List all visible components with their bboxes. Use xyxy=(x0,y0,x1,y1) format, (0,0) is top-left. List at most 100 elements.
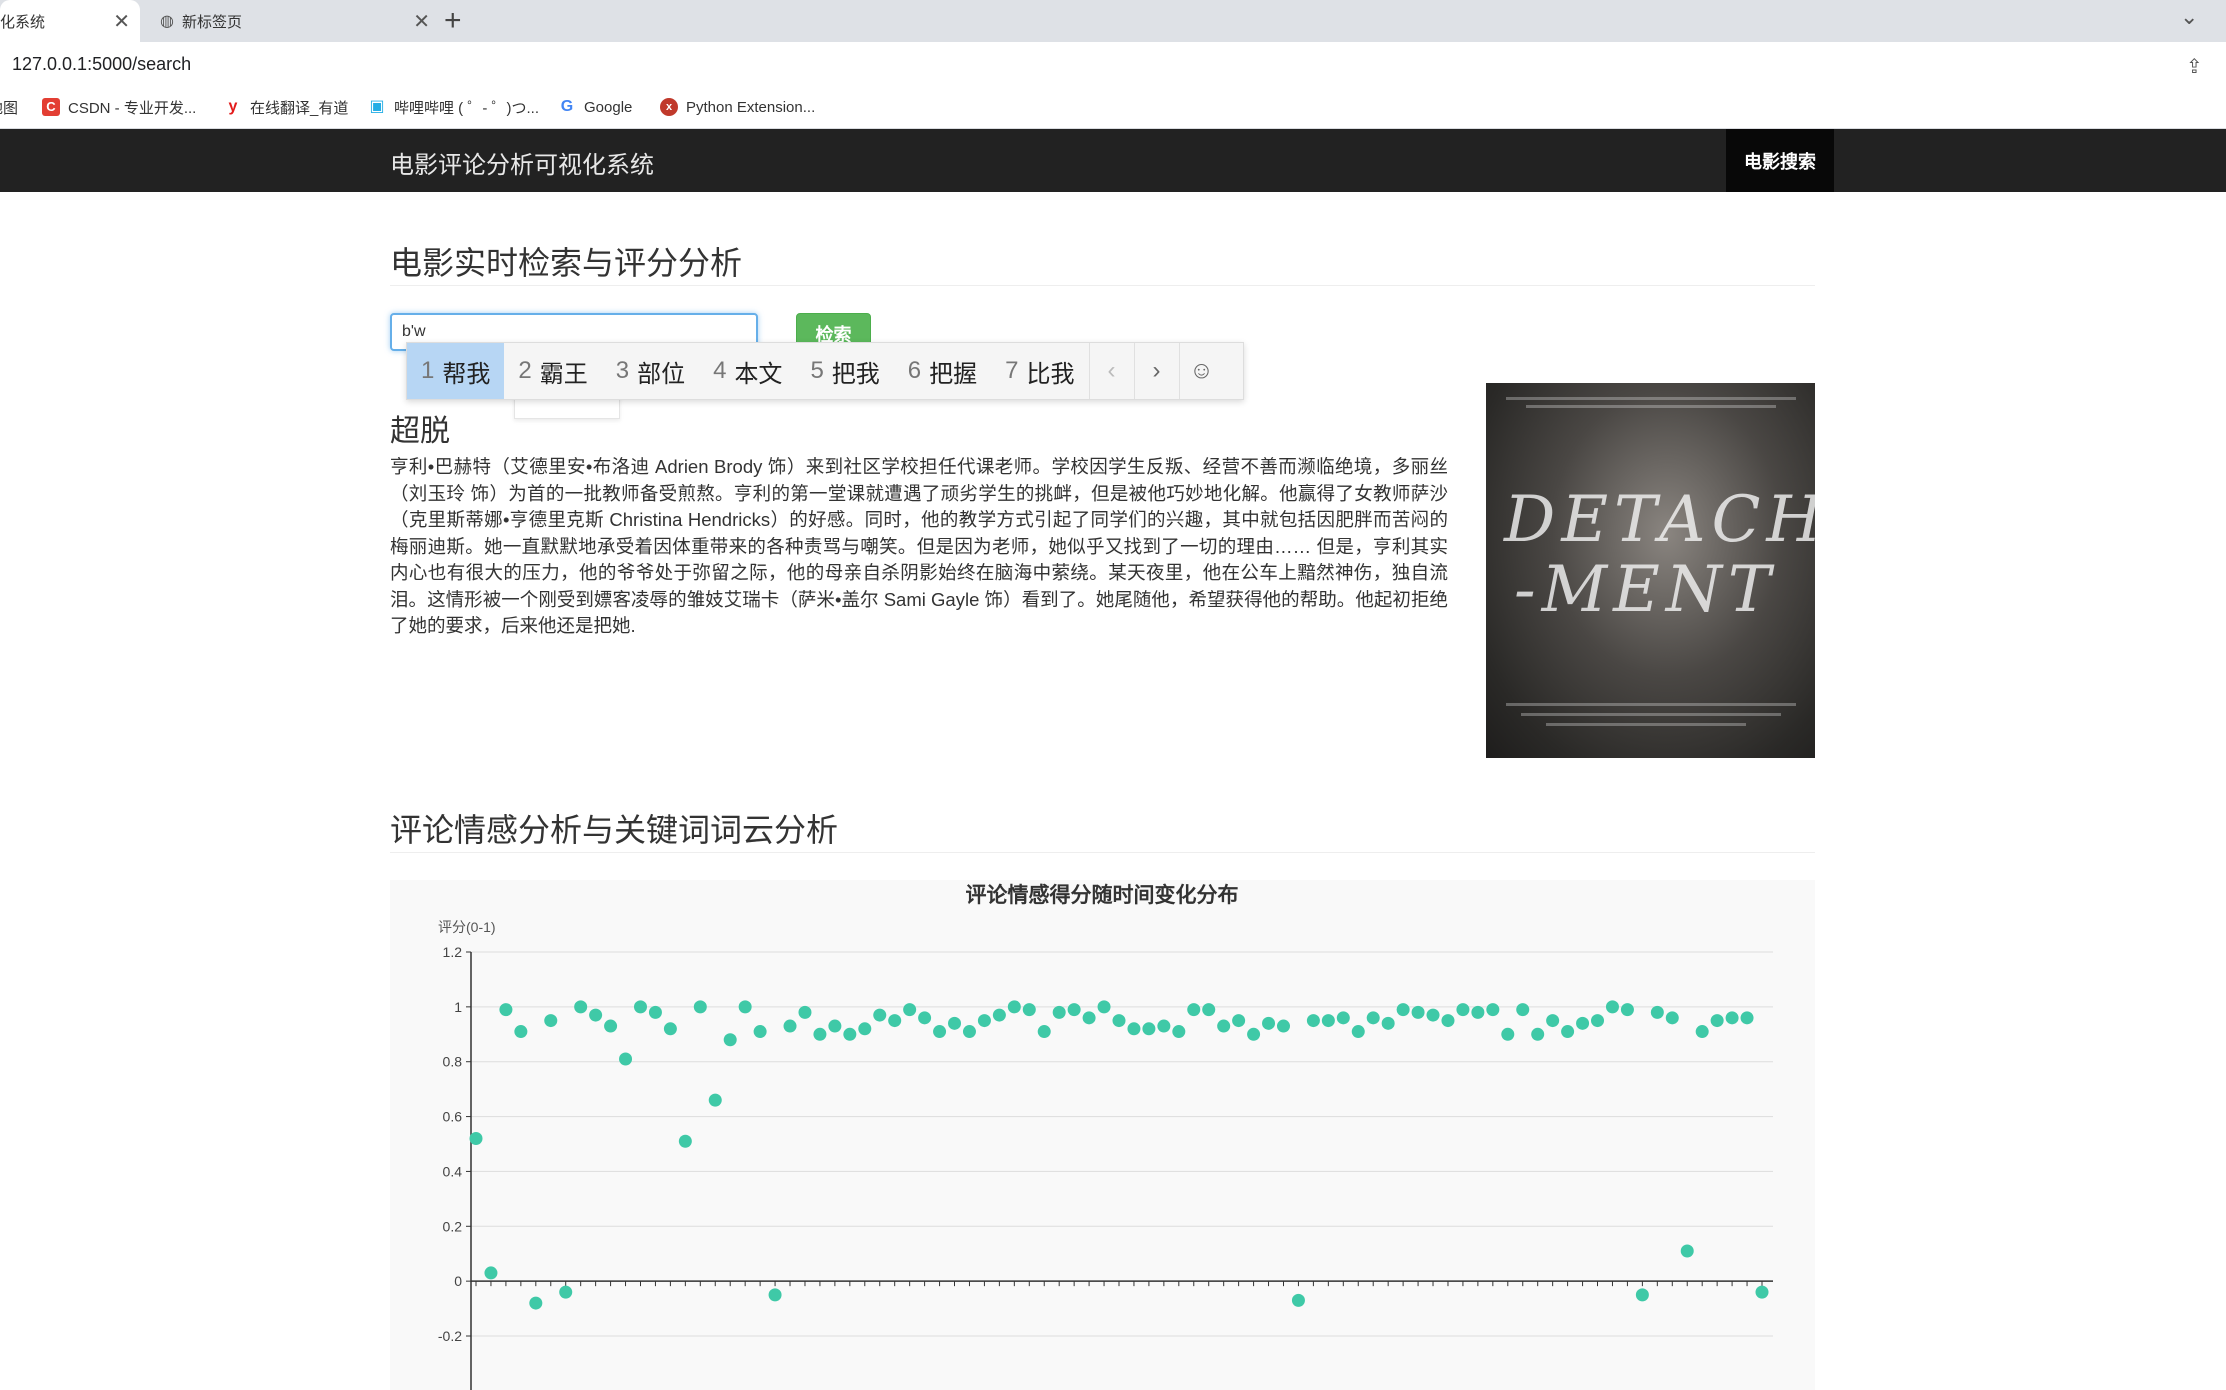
data-point xyxy=(619,1052,633,1066)
data-point xyxy=(1247,1027,1261,1041)
bookmark-label: Google xyxy=(584,98,633,116)
data-point xyxy=(1561,1025,1575,1039)
candidate-number: 5 xyxy=(810,357,824,384)
y-tick-label: 0 xyxy=(454,1273,462,1289)
y-tick-label: 1.2 xyxy=(443,944,463,960)
data-point xyxy=(1321,1014,1335,1028)
data-point xyxy=(484,1266,498,1280)
data-point xyxy=(1217,1019,1231,1033)
y-tick-label: 0.8 xyxy=(443,1054,463,1070)
new-tab-plus-icon[interactable]: + xyxy=(444,4,462,38)
poster-credits xyxy=(1526,405,1776,408)
bookmark-label: Python Extension... xyxy=(686,98,816,116)
close-icon[interactable]: ✕ xyxy=(413,9,430,34)
nav-link-movie-search[interactable]: 电影搜索 xyxy=(1726,129,1834,192)
data-point xyxy=(1710,1014,1724,1028)
ime-candidate[interactable]: 6 把握 xyxy=(894,343,991,399)
data-point xyxy=(1187,1003,1201,1017)
data-point xyxy=(1022,1003,1036,1017)
data-point xyxy=(828,1019,842,1033)
browser-tab-newtab[interactable]: ◍ 新标签页 ✕ xyxy=(150,0,440,42)
ime-candidate[interactable]: 1 帮我 xyxy=(407,343,505,399)
data-point xyxy=(1501,1027,1515,1041)
candidate-text: 帮我 xyxy=(442,360,491,388)
movie-description: 亨利•巴赫特（艾德里安•布洛迪 Adrien Brody 饰）来到社区学校担任代… xyxy=(390,456,1448,636)
divider xyxy=(390,852,1815,853)
url-field[interactable]: 127.0.0.1:5000/search xyxy=(12,54,191,75)
ime-candidate[interactable]: 3 部位 xyxy=(602,343,699,399)
candidate-text: 把握 xyxy=(929,360,978,388)
data-point xyxy=(1680,1244,1694,1258)
chevron-right-icon[interactable]: › xyxy=(1133,343,1179,399)
data-point xyxy=(1665,1011,1679,1025)
ime-candidate[interactable]: 2 霸王 xyxy=(504,343,601,399)
y-tick-label: 1 xyxy=(454,999,462,1015)
y-tick-label: 0.2 xyxy=(443,1218,463,1234)
close-icon[interactable]: ✕ xyxy=(113,9,130,34)
bookmark-item[interactable]: ▣ 哔哩哔哩 ( ゜- ゜)つ... xyxy=(368,94,539,120)
data-point xyxy=(1037,1025,1051,1039)
y-tick-label: -0.2 xyxy=(438,1328,462,1344)
bookmark-label: CSDN - 专业开发... xyxy=(68,99,197,117)
data-point xyxy=(1725,1011,1739,1025)
data-point xyxy=(1740,1011,1754,1025)
data-point xyxy=(1381,1016,1395,1030)
y-axis-label: 评分(0-1) xyxy=(438,919,496,935)
poster-credits xyxy=(1506,703,1796,706)
data-point xyxy=(1306,1014,1320,1028)
chevron-down-icon[interactable]: ⌄ xyxy=(2180,4,2198,30)
bookmark-item[interactable]: y 在线翻译_有道 xyxy=(224,94,349,120)
share-icon[interactable]: ⇪ xyxy=(2186,54,2203,79)
emoji-icon[interactable]: ☺ xyxy=(1178,343,1224,399)
ime-candidate[interactable]: 4 本文 xyxy=(699,343,796,399)
data-point xyxy=(1441,1014,1455,1028)
data-point xyxy=(1650,1005,1664,1019)
data-point xyxy=(604,1019,618,1033)
candidate-number: 4 xyxy=(713,357,727,384)
data-point xyxy=(469,1132,483,1146)
data-point xyxy=(768,1288,782,1302)
poster-credits xyxy=(1506,397,1796,400)
bookmark-label: 哔哩哔哩 ( ゜- ゜)つ... xyxy=(394,99,539,117)
data-point xyxy=(918,1011,932,1025)
candidate-text: 本文 xyxy=(734,360,783,388)
data-point xyxy=(873,1008,887,1022)
bookmark-item[interactable]: 地图 xyxy=(0,94,18,120)
data-point xyxy=(1411,1005,1425,1019)
data-point xyxy=(1202,1003,1216,1017)
navbar-brand[interactable]: 电影评论分析可视化系统 xyxy=(390,145,654,180)
data-point xyxy=(1351,1025,1365,1039)
browser-tab-active[interactable]: 化系统 ✕ xyxy=(0,0,140,42)
tab-title: 新标签页 xyxy=(181,13,242,31)
section-heading-analysis: 评论情感分析与关键词词云分析 xyxy=(390,812,839,848)
ime-candidate[interactable]: 5 把我 xyxy=(796,343,893,399)
bookmark-item[interactable]: C CSDN - 专业开发... xyxy=(42,94,196,120)
data-point xyxy=(708,1093,722,1107)
chevron-left-icon[interactable]: ‹ xyxy=(1088,343,1134,399)
data-point xyxy=(903,1003,917,1017)
data-point xyxy=(529,1296,543,1310)
csdn-icon: C xyxy=(42,98,60,116)
bookmark-item[interactable]: x Python Extension... xyxy=(660,94,815,120)
candidate-number: 2 xyxy=(518,357,532,384)
sentiment-chart: 评论情感得分随时间变化分布 评分(0-1) 1.2 1 0.8 0.6 0.4 0.2 0 -… xyxy=(390,880,1815,1390)
data-point xyxy=(1591,1014,1605,1028)
bookmark-item[interactable]: G Google xyxy=(558,94,633,120)
data-point xyxy=(1142,1022,1156,1036)
data-point xyxy=(589,1008,603,1022)
data-point xyxy=(858,1022,872,1036)
data-point xyxy=(738,1000,752,1014)
data-point xyxy=(1232,1014,1246,1028)
address-bar xyxy=(0,42,2226,86)
movie-poster: DETACH -MENT xyxy=(1486,383,1815,758)
candidate-number: 7 xyxy=(1005,357,1019,384)
data-point xyxy=(1531,1027,1545,1041)
data-point xyxy=(1396,1003,1410,1017)
data-point xyxy=(1426,1008,1440,1022)
ime-candidate[interactable]: 7 比我 xyxy=(991,343,1088,399)
data-point xyxy=(559,1285,573,1299)
candidate-text: 把我 xyxy=(831,360,880,388)
data-point xyxy=(1097,1000,1111,1014)
data-point xyxy=(1157,1019,1171,1033)
data-point xyxy=(574,1000,588,1014)
